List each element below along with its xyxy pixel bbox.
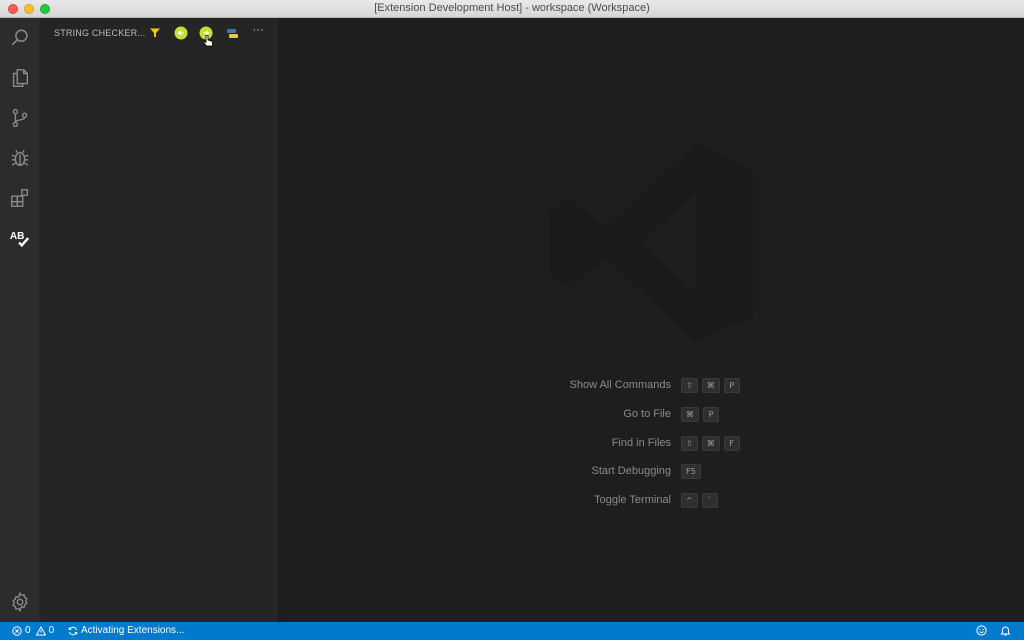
back-button[interactable] — [173, 25, 189, 41]
sidebar-title: STRING CHECKER... — [54, 28, 146, 38]
python-icon — [226, 28, 238, 38]
activity-bar: AB — [0, 18, 39, 622]
keycap: ⇧ — [681, 378, 698, 393]
activity-explorer[interactable] — [0, 58, 39, 98]
shortcut-row-start-debugging: Start Debugging F5 — [278, 464, 1024, 480]
activity-source-control[interactable] — [0, 98, 39, 138]
activity-search[interactable] — [0, 18, 39, 58]
side-bar: STRING CHECKER... ··· — [39, 18, 278, 622]
keycap: P — [703, 407, 719, 422]
forward-button[interactable] — [198, 25, 214, 47]
debug-icon — [11, 149, 28, 167]
settings-gear-icon — [11, 591, 28, 613]
shortcut-row-show-all-commands: Show All Commands ⇧ ⌘ P — [278, 378, 1024, 394]
bell-icon — [1000, 626, 1011, 636]
shortcut-label: Go to File — [623, 408, 671, 420]
keycap: ` — [701, 493, 718, 508]
keycap: P — [723, 378, 740, 393]
notifications-button[interactable] — [1000, 625, 1011, 636]
python-button[interactable] — [224, 25, 240, 41]
window-title: [Extension Development Host] - workspace… — [374, 2, 650, 14]
shortcut-label: Find in Files — [611, 437, 671, 449]
keycap: ⌘ — [701, 436, 720, 451]
filter-button[interactable] — [147, 25, 163, 41]
warning-count: 0 — [48, 625, 55, 636]
sync-icon — [68, 626, 78, 635]
vscode-logo-watermark-icon — [550, 143, 753, 343]
status-bar: 0 0 Activating Extensions... — [0, 622, 1024, 640]
shortcut-label: Show All Commands — [569, 379, 672, 391]
explorer-icon — [12, 69, 28, 87]
string-checker-icon: AB — [9, 231, 29, 248]
activity-text: Activating Extensions... — [81, 625, 185, 636]
activity-string-checker[interactable]: AB — [0, 218, 39, 258]
smiley-icon — [976, 625, 987, 636]
shortcut-label: Toggle Terminal — [594, 494, 671, 506]
shortcut-row-toggle-terminal: Toggle Terminal ^ ` — [278, 493, 1024, 509]
pointer-cursor-icon — [203, 35, 213, 47]
back-icon — [174, 26, 188, 40]
more-actions-button[interactable]: ··· — [250, 22, 266, 38]
error-icon — [12, 625, 22, 636]
activating-extensions-status[interactable]: Activating Extensions... — [68, 625, 184, 636]
source-control-icon — [12, 108, 27, 128]
error-count: 0 — [25, 625, 31, 636]
keycap: ⌘ — [701, 378, 720, 393]
keycap: ⌘ — [681, 407, 699, 422]
filter-icon — [150, 28, 160, 38]
activity-debug[interactable] — [0, 138, 39, 178]
extensions-icon — [10, 189, 28, 207]
shortcut-row-find-in-files: Find in Files ⇧ ⌘ F — [278, 436, 1024, 452]
activity-extensions[interactable] — [0, 178, 39, 218]
activity-manage[interactable] — [0, 582, 39, 622]
keycap: ^ — [681, 493, 698, 508]
keycap: F — [723, 436, 740, 451]
problems-status[interactable]: 0 0 — [12, 625, 54, 636]
svg-text:AB: AB — [9, 231, 24, 242]
search-icon — [11, 29, 28, 46]
shortcut-label: Start Debugging — [591, 465, 672, 477]
shortcut-row-go-to-file: Go to File ⌘ P — [278, 407, 1024, 423]
keycap: F5 — [681, 464, 701, 479]
warning-icon — [35, 625, 46, 635]
title-bar: [Extension Development Host] - workspace… — [0, 0, 1024, 18]
keycap: ⇧ — [681, 436, 698, 451]
more-actions-icon: ··· — [252, 24, 264, 36]
feedback-button[interactable] — [976, 625, 987, 636]
editor-area: Show All Commands ⇧ ⌘ P Go to File ⌘ P F… — [278, 18, 1024, 622]
